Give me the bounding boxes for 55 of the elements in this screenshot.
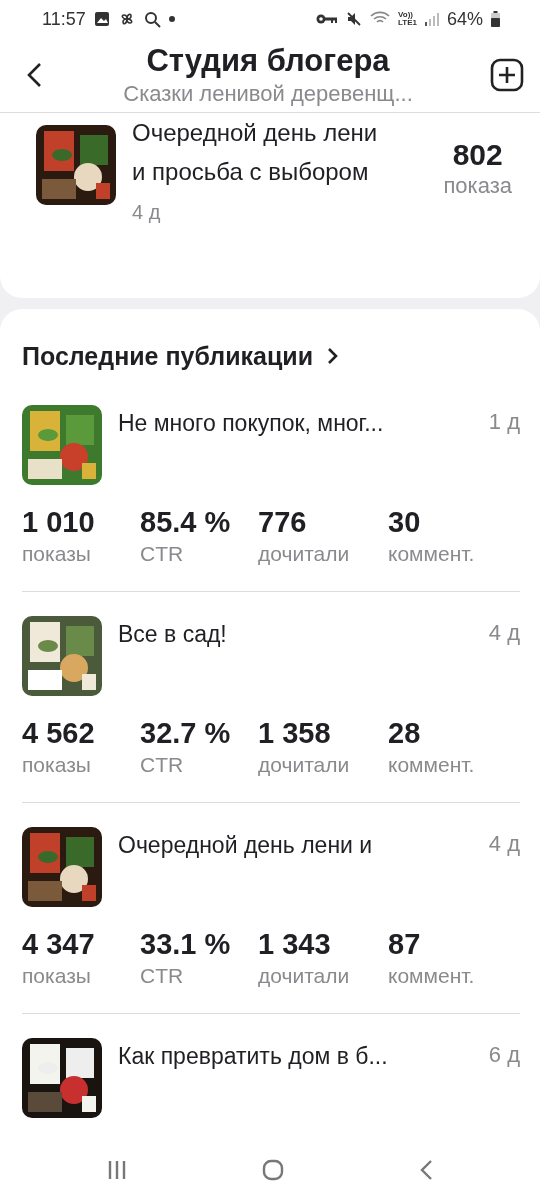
publication-age: 4 д [488, 620, 520, 646]
key-icon [316, 13, 338, 25]
chevron-icon[interactable] [327, 347, 340, 365]
post-age: 4 д [132, 201, 161, 223]
clock: 11:57 [42, 8, 86, 30]
post-title[interactable]: Очередной день лени и просьба с выбором 4 д [132, 113, 428, 232]
views-count: 802 [452, 137, 503, 173]
recent-apps-icon[interactable] [107, 1160, 128, 1180]
volte-label: Vo)) [398, 11, 413, 19]
stat-label: дочитали [258, 752, 351, 778]
mute-icon [346, 11, 362, 27]
stat-label: коммент. [388, 963, 476, 989]
publication-title[interactable]: Все в сад! [118, 620, 473, 648]
stat-label: показы [22, 752, 92, 778]
battery-percent: 64% [446, 8, 483, 30]
views-label: показа [443, 173, 512, 199]
stat-label: CTR [140, 963, 185, 989]
stat-label: CTR [140, 541, 185, 567]
stat-value: 85.4 % [140, 505, 232, 539]
battery-icon [491, 11, 500, 27]
stat-value: 1 358 [258, 716, 332, 750]
search-icon [143, 10, 161, 28]
section-title[interactable]: Последние публикации [22, 341, 314, 371]
stat-label: дочитали [258, 963, 351, 989]
dot-icon [168, 16, 175, 22]
stat-value: 776 [258, 505, 308, 539]
publication-title[interactable]: Как превратить дом в б... [118, 1042, 473, 1070]
channel-name: Сказки ленивой деревенщ... [123, 80, 413, 108]
stat-value: 4 562 [22, 716, 96, 750]
stat-label: коммент. [388, 541, 476, 567]
stat-value: 33.1 % [140, 927, 232, 961]
page-title: Студия блогера [146, 42, 390, 80]
stat-value: 1 343 [258, 927, 332, 961]
stat-value: 32.7 % [140, 716, 232, 750]
back-icon[interactable] [418, 1159, 433, 1181]
publication-title[interactable]: Очередной день лени и [118, 831, 473, 859]
publication-age: 6 д [488, 1042, 520, 1068]
stat-label: дочитали [258, 541, 351, 567]
stat-value: 87 [388, 927, 422, 961]
stat-label: показы [22, 541, 92, 567]
publication-title[interactable]: Не много покупок, мног... [118, 409, 473, 437]
stat-value: 30 [388, 505, 422, 539]
stat-value: 1 010 [22, 505, 96, 539]
publication-age: 4 д [488, 831, 520, 857]
stat-label: показы [22, 963, 92, 989]
add-button[interactable] [490, 58, 524, 92]
lte-label: LTE1 [398, 19, 417, 27]
home-icon[interactable] [262, 1159, 284, 1181]
stat-label: CTR [140, 752, 185, 778]
stat-value: 4 347 [22, 927, 96, 961]
publication-age: 1 д [488, 409, 520, 435]
stat-value: 28 [388, 716, 422, 750]
image-icon [93, 11, 110, 27]
signal-icon [424, 12, 439, 26]
stat-label: коммент. [388, 752, 476, 778]
